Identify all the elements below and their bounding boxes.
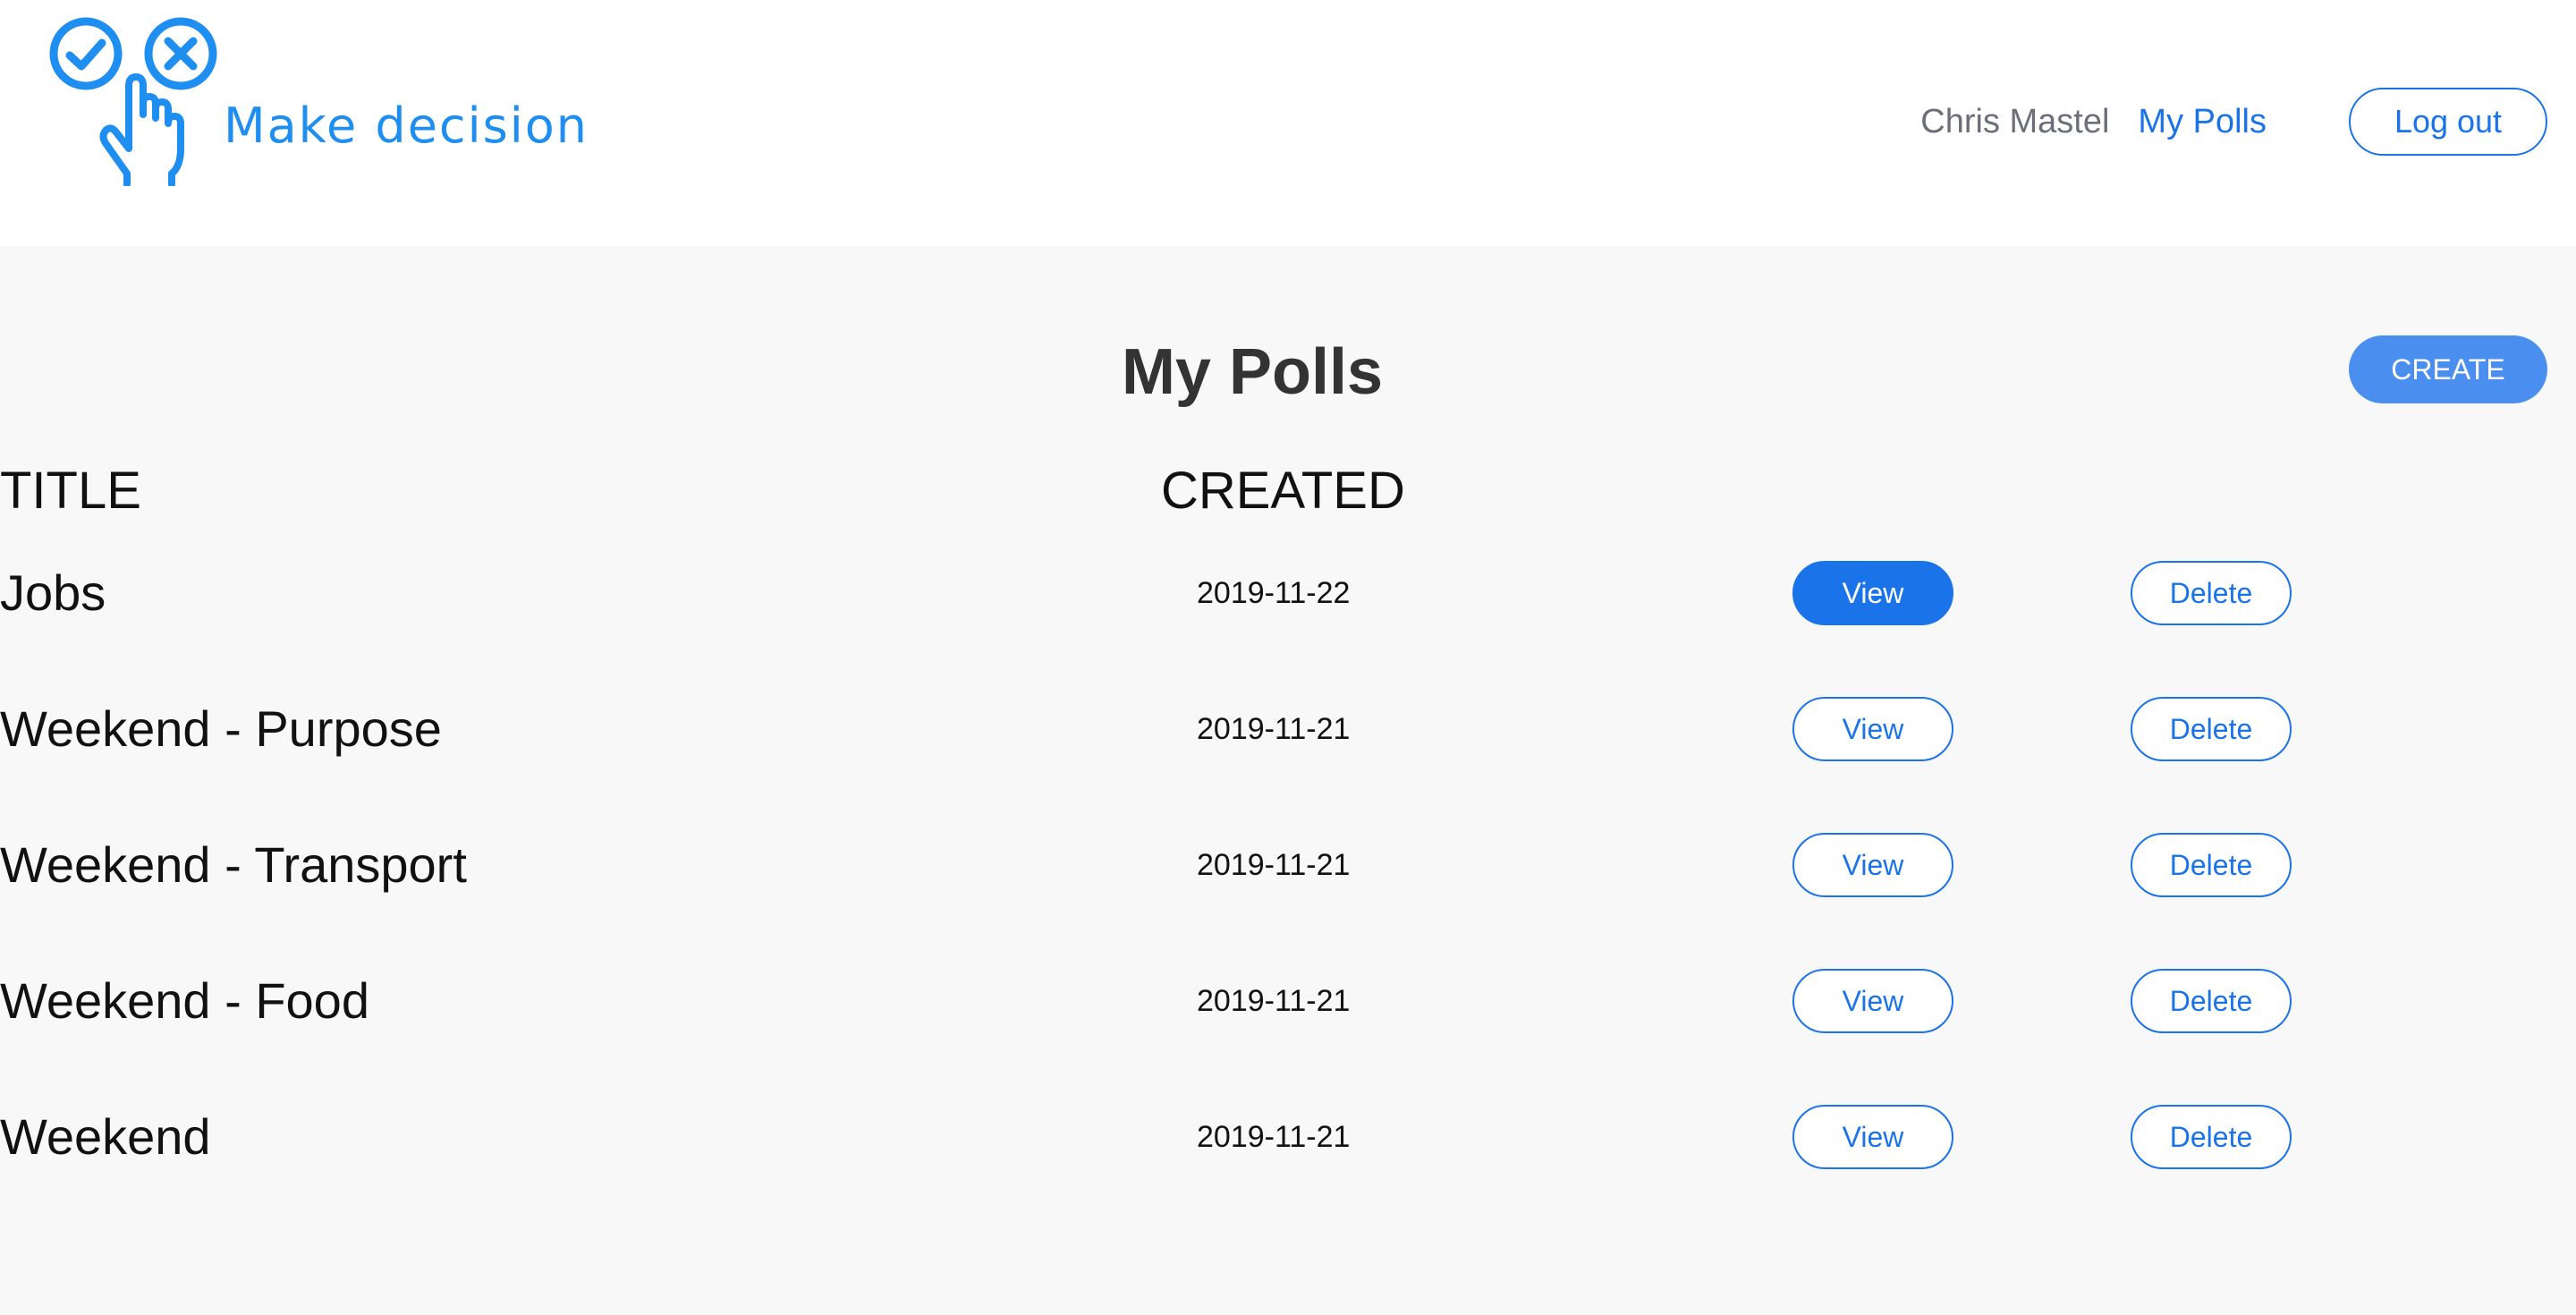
poll-title: Jobs — [0, 564, 106, 621]
page-title: My Polls — [1121, 336, 1384, 408]
poll-title: Weekend — [0, 1108, 211, 1165]
app-header: Make decision Chris Mastel My Polls Log … — [0, 0, 2576, 246]
poll-row: Weekend - Food 2019-11-21 View Delete — [0, 969, 2576, 1033]
brand-name: Make decision — [224, 98, 589, 154]
view-button[interactable]: View — [1792, 697, 1953, 761]
poll-row: Jobs 2019-11-22 View Delete — [0, 561, 2576, 625]
delete-button[interactable]: Delete — [2131, 1105, 2292, 1169]
column-header-created: CREATED — [1161, 462, 1405, 520]
view-button[interactable]: View — [1792, 1105, 1953, 1169]
poll-created-date: 2019-11-21 — [1197, 848, 1351, 882]
poll-row: Weekend - Purpose 2019-11-21 View Delete — [0, 697, 2576, 761]
delete-button[interactable]: Delete — [2131, 833, 2292, 897]
delete-button[interactable]: Delete — [2131, 969, 2292, 1033]
view-button[interactable]: View — [1792, 833, 1953, 897]
nav-link-my-polls[interactable]: My Polls — [2138, 103, 2267, 141]
delete-button[interactable]: Delete — [2131, 561, 2292, 625]
hand-check-x-icon — [49, 17, 217, 186]
user-name: Chris Mastel — [1920, 102, 2110, 140]
poll-row: Weekend 2019-11-21 View Delete — [0, 1105, 2576, 1169]
poll-row: Weekend - Transport 2019-11-21 View Dele… — [0, 833, 2576, 897]
poll-created-date: 2019-11-21 — [1197, 712, 1351, 746]
top-nav: Chris Mastel My Polls Log out — [1920, 88, 2547, 156]
poll-created-date: 2019-11-21 — [1197, 984, 1351, 1018]
brand-logo[interactable]: Make decision — [47, 14, 589, 186]
main-content: My Polls CREATE TITLE CREATED Jobs 2019-… — [0, 246, 2576, 1315]
column-header-title: TITLE — [0, 462, 141, 520]
poll-title: Weekend - Food — [0, 972, 369, 1029]
delete-button[interactable]: Delete — [2131, 697, 2292, 761]
poll-created-date: 2019-11-22 — [1197, 576, 1351, 610]
create-poll-button[interactable]: CREATE — [2349, 335, 2547, 403]
poll-created-date: 2019-11-21 — [1197, 1120, 1351, 1154]
logout-button[interactable]: Log out — [2349, 88, 2547, 156]
poll-title: Weekend - Transport — [0, 836, 467, 893]
view-button[interactable]: View — [1792, 561, 1953, 625]
view-button[interactable]: View — [1792, 969, 1953, 1033]
poll-title: Weekend - Purpose — [0, 700, 442, 757]
